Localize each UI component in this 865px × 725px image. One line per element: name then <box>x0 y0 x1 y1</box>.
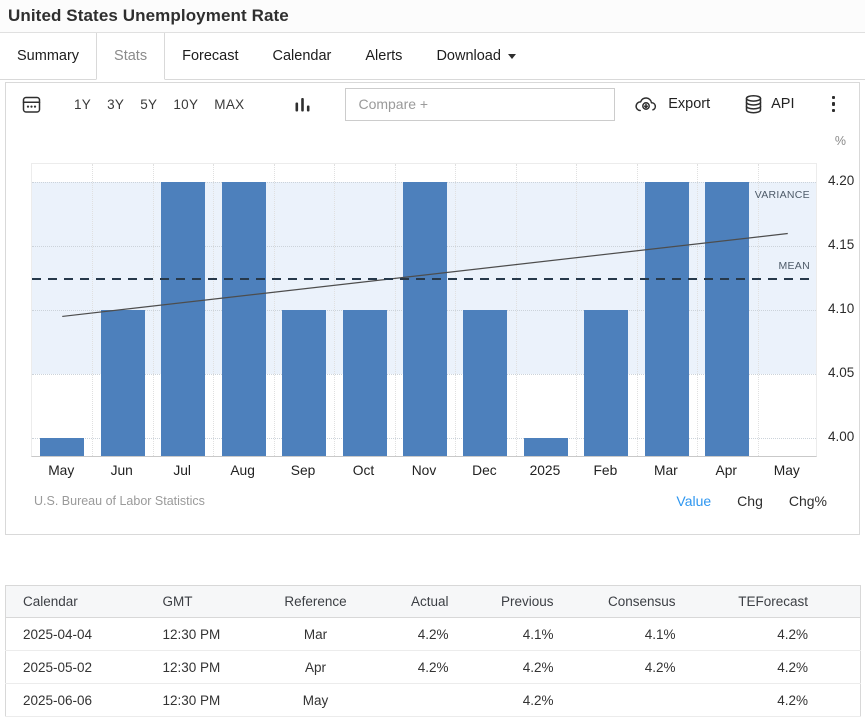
calendar-table: CalendarGMTReferenceActualPreviousConsen… <box>5 585 861 717</box>
bar-chart-icon <box>294 96 311 113</box>
tab-bar: Summary Stats Forecast Calendar Alerts Downlo… <box>0 33 865 80</box>
tab-bar-filler <box>533 33 865 80</box>
table-row: 2025-05-0212:30 PMApr4.2%4.2%4.2%4.2% <box>6 651 861 684</box>
api-label: API <box>771 96 794 112</box>
tab-summary[interactable]: Summary <box>0 33 96 80</box>
column-header-teforecast: TEForecast <box>688 586 861 618</box>
tab-download[interactable]: Download <box>419 33 533 80</box>
table-cell: Mar <box>266 618 366 651</box>
series-mode-chg[interactable]: Chg <box>737 493 763 509</box>
series-mode-value[interactable]: Value <box>676 493 711 509</box>
series-mode-links: Value Chg Chg% <box>676 493 827 509</box>
x-axis-labels: MayJunJulAugSepOctNovDec2025FebMarAprMay <box>31 463 817 483</box>
range-button-3y[interactable]: 3Y <box>99 91 132 118</box>
date-range-picker-button[interactable] <box>21 94 42 115</box>
table-cell: 4.2% <box>688 618 861 651</box>
table-row: 2025-04-0412:30 PMMar4.2%4.1%4.1%4.2% <box>6 618 861 651</box>
column-header-reference: Reference <box>266 586 366 618</box>
more-options-button[interactable] <box>829 93 839 116</box>
table-cell: 4.2% <box>688 651 861 684</box>
y-tick-label: 4.05 <box>828 365 854 380</box>
calendar-icon <box>21 94 42 115</box>
table-cell: 4.2% <box>461 651 566 684</box>
table-cell: 4.1% <box>566 618 688 651</box>
range-button-max[interactable]: MAX <box>206 91 252 118</box>
chart-type-button[interactable] <box>294 96 311 113</box>
chart-card: % VARIANCE MEAN 4.00 4.05 4.10 4.15 4.20 MayJ… <box>5 125 860 535</box>
trend-line <box>32 164 818 458</box>
y-tick-label: 4.15 <box>828 237 854 252</box>
column-header-previous: Previous <box>461 586 566 618</box>
table-cell: 2025-05-02 <box>6 651 151 684</box>
table-cell: 4.2% <box>566 651 688 684</box>
range-buttons: 1Y3Y5Y10YMAX <box>66 91 252 118</box>
table-cell <box>366 684 461 717</box>
database-icon <box>744 94 763 115</box>
mean-line <box>32 278 816 280</box>
table-cell: 12:30 PM <box>151 651 266 684</box>
y-axis-unit: % <box>835 134 846 148</box>
tab-label: Summary <box>17 33 79 79</box>
table-cell: 12:30 PM <box>151 684 266 717</box>
export-label: Export <box>668 96 710 112</box>
column-header-actual: Actual <box>366 586 461 618</box>
table-cell <box>566 684 688 717</box>
column-header-gmt: GMT <box>151 586 266 618</box>
range-button-5y[interactable]: 5Y <box>132 91 165 118</box>
table-row: 2025-06-0612:30 PMMay 4.2% 4.2% <box>6 684 861 717</box>
y-tick-label: 4.00 <box>828 429 854 444</box>
tab-stats[interactable]: Stats <box>96 33 165 80</box>
tab-label: Calendar <box>273 33 332 79</box>
table-cell: 12:30 PM <box>151 618 266 651</box>
y-tick-label: 4.10 <box>828 301 854 316</box>
tab-label: Forecast <box>182 33 238 79</box>
column-header-calendar: Calendar <box>6 586 151 618</box>
table-cell: 4.2% <box>366 651 461 684</box>
tab-label: Stats <box>114 33 147 79</box>
page: United States Unemployment Rate SummaryS… <box>0 0 865 725</box>
page-title: United States Unemployment Rate <box>0 0 865 32</box>
range-button-10y[interactable]: 10Y <box>165 91 206 118</box>
chart-toolbar: 1Y3Y5Y10YMAX Export <box>5 82 860 126</box>
table-cell: May <box>266 684 366 717</box>
tab-alerts[interactable]: Alerts <box>348 33 419 80</box>
tab-label: Alerts <box>365 33 402 79</box>
series-mode-chg-[interactable]: Chg% <box>789 493 827 509</box>
chevron-down-icon <box>508 54 516 59</box>
table-cell: 4.1% <box>461 618 566 651</box>
column-header-consensus: Consensus <box>566 586 688 618</box>
compare-input[interactable] <box>345 88 615 121</box>
x-tick-label-may: May <box>752 463 822 478</box>
api-button[interactable]: API <box>744 94 794 115</box>
table-cell: 2025-06-06 <box>6 684 151 717</box>
tab-label: Download <box>436 33 501 79</box>
table-cell: 4.2% <box>366 618 461 651</box>
table-cell: 4.2% <box>461 684 566 717</box>
variance-label: VARIANCE <box>755 189 810 201</box>
table-cell: Apr <box>266 651 366 684</box>
y-axis-labels: 4.00 4.05 4.10 4.15 4.20 <box>822 163 865 457</box>
cloud-download-icon <box>633 95 660 114</box>
source-attribution: U.S. Bureau of Labor Statistics <box>34 494 205 508</box>
tab-calendar[interactable]: Calendar <box>256 33 349 80</box>
table-cell: 4.2% <box>688 684 861 717</box>
chart-footer: U.S. Bureau of Labor Statistics Value Chg… <box>34 493 827 509</box>
table-header: CalendarGMTReferenceActualPreviousConsen… <box>6 586 861 618</box>
mean-label: MEAN <box>778 260 810 272</box>
range-button-1y[interactable]: 1Y <box>66 91 99 118</box>
y-tick-label: 4.20 <box>828 173 854 188</box>
page-header: United States Unemployment Rate <box>0 0 865 33</box>
tab-forecast[interactable]: Forecast <box>165 33 255 80</box>
export-button[interactable]: Export <box>633 95 710 114</box>
table-cell: 2025-04-04 <box>6 618 151 651</box>
chart-plot-area[interactable]: VARIANCE MEAN <box>31 163 817 457</box>
